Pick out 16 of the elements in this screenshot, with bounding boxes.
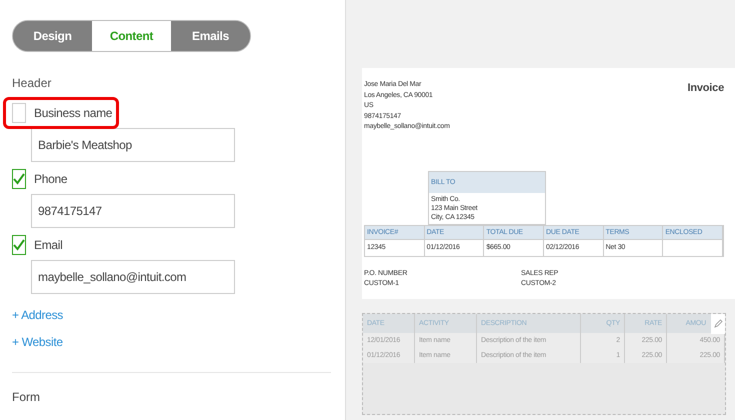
pencil-icon[interactable] (711, 314, 725, 334)
section-heading: Header (12, 76, 52, 90)
checkbox[interactable] (12, 103, 26, 123)
invoice-title: Invoice (687, 82, 724, 96)
checkbox[interactable] (12, 235, 26, 255)
checkbox-label: Phone (34, 172, 68, 186)
text-field[interactable]: Barbie's Meatshop (31, 128, 235, 162)
text-field[interactable]: maybelle_sollano@intuit.com (31, 260, 235, 294)
text-field[interactable]: 9874175147 (31, 194, 235, 228)
section-heading: Form (12, 390, 41, 404)
checkbox[interactable] (12, 169, 26, 189)
checkbox-label: Business name (34, 106, 112, 120)
checkbox-label: Email (34, 238, 63, 252)
add-link[interactable]: + Website (12, 335, 63, 354)
add-link[interactable]: + Address (12, 308, 64, 327)
tab[interactable]: Content (92, 21, 171, 51)
